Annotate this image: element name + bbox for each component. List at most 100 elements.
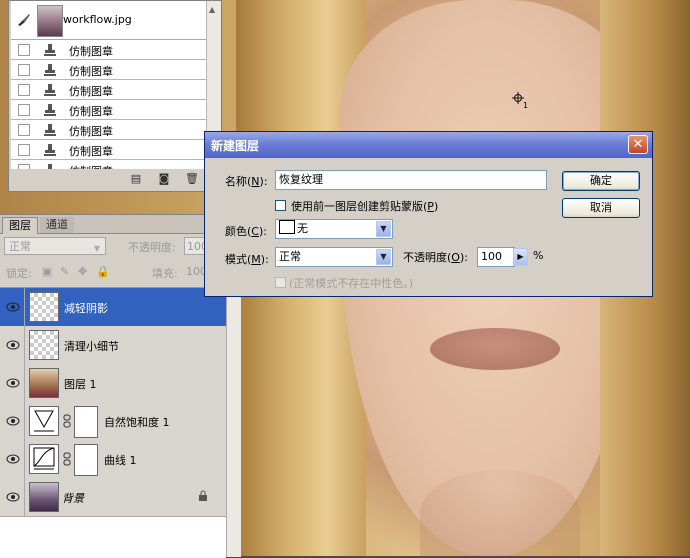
ok-button[interactable]: 确定 [562,171,640,191]
name-input[interactable]: 恢复纹理 [275,170,547,190]
layer-thumbnail [29,482,59,512]
mode-select[interactable]: 正常 ▼ [275,247,393,267]
trash-icon[interactable]: 🗑 [185,173,199,185]
close-button[interactable]: ✕ [628,135,648,154]
lock-row: 锁定: ▣ ✎ ✥ 🔒 填充: 100% [4,263,236,281]
layer-name: 背景 [62,492,84,505]
history-state[interactable]: 仿制图章 [11,140,207,160]
layer-row-cleanup[interactable]: 清理小细节 [0,326,226,365]
divider [24,326,25,364]
chin [420,470,580,556]
history-state-label: 仿制图章 [69,145,113,158]
scroll-up-icon[interactable]: ▲ [209,5,215,14]
eye-icon[interactable] [6,301,20,313]
dialog-opacity-label: 不透明度(O): [403,251,468,264]
eye-icon[interactable] [6,453,20,465]
history-checkbox[interactable] [18,144,30,156]
percent-sign: % [533,249,544,262]
dialog-titlebar[interactable]: 新建图层 ✕ [205,132,652,158]
divider [24,478,25,516]
history-state-label: 仿制图章 [69,125,113,138]
history-state[interactable]: 仿制图章 [11,40,207,60]
history-checkbox[interactable] [18,104,30,116]
layer-thumbnail [29,292,59,322]
layer-mask-thumbnail[interactable] [74,406,98,438]
lock-transparent-icon[interactable]: ▣ [42,265,52,278]
fill-label: 填充: [152,267,178,280]
divider [24,364,25,402]
layer-name: 清理小细节 [64,340,119,353]
history-state[interactable]: 仿制图章 [11,100,207,120]
cancel-button[interactable]: 取消 [562,198,640,218]
chevron-down-icon: ▼ [93,244,101,253]
history-state[interactable]: 仿制图章 [11,160,207,169]
chain-link-icon [63,452,71,466]
history-checkbox[interactable] [18,64,30,76]
new-layer-dialog: 新建图层 ✕ 名称(N): 恢复纹理 使用前一图层创建剪贴蒙版(P) 颜色(C)… [204,131,653,297]
history-state[interactable]: 仿制图章 [11,60,207,80]
layer-row-reduce-shadow[interactable]: 减轻阴影 [0,288,226,327]
lips [430,328,560,370]
layer-list: 减轻阴影 清理小细节 图层 1 自然饱和度 1 曲线 1 背景 [0,287,226,558]
history-snapshot[interactable]: workflow.jpg [11,1,207,40]
neutral-color-checkbox[interactable] [275,277,286,288]
eye-icon[interactable] [6,377,20,389]
new-document-from-state-icon[interactable]: ▤ [129,173,143,185]
layer-row-background[interactable]: 背景 [0,478,226,517]
cursor-label: 1 [523,101,529,110]
history-panel: workflow.jpg 仿制图章仿制图章仿制图章仿制图章仿制图章仿制图章仿制图… [8,0,222,192]
layer-thumbnail [29,330,59,360]
dialog-opacity-input[interactable]: 100 [477,247,515,267]
mode-value: 正常 [279,250,301,263]
history-checkbox[interactable] [18,124,30,136]
history-state[interactable]: 仿制图章 [11,120,207,140]
chevron-down-icon: ▼ [376,249,391,265]
layer-row-vibrance[interactable]: 自然饱和度 1 [0,402,226,441]
layer-mask-thumbnail[interactable] [74,444,98,476]
name-label: 名称(N): [225,175,268,188]
eye-icon[interactable] [6,491,20,503]
mode-label: 模式(M): [225,253,269,266]
tab-layers[interactable]: 图层 [2,217,38,234]
history-checkbox[interactable] [18,84,30,96]
clone-stamp-icon [44,144,56,156]
eye-icon[interactable] [6,415,20,427]
history-list: workflow.jpg 仿制图章仿制图章仿制图章仿制图章仿制图章仿制图章仿制图… [11,1,207,169]
color-select[interactable]: 无 ▼ [275,219,393,239]
layer-name: 图层 1 [64,378,97,391]
lock-pixels-icon[interactable]: ✎ [60,265,69,278]
layer-name: 减轻阴影 [64,302,108,315]
layer-row-curves[interactable]: 曲线 1 [0,440,226,479]
color-label: 颜色(C): [225,225,267,238]
history-state-label: 仿制图章 [69,105,113,118]
divider [24,288,25,326]
opacity-slider-arrow-icon[interactable]: ▶ [513,248,528,266]
history-checkbox[interactable] [18,44,30,56]
new-snapshot-icon[interactable]: ◙ [157,173,171,185]
blend-mode-value: 正常 [9,240,31,253]
lock-all-icon[interactable]: 🔒 [96,265,110,278]
chevron-down-icon: ▼ [376,221,391,237]
divider [24,402,25,440]
layer-thumbnail [29,368,59,398]
layer-row-layer1[interactable]: 图层 1 [0,364,226,403]
history-state-label: 仿制图章 [69,45,113,58]
layers-scrollbar[interactable] [226,287,241,557]
history-brush-icon[interactable] [17,13,31,27]
lock-icon [199,490,207,501]
color-swatch [279,220,295,234]
history-state[interactable]: 仿制图章 [11,80,207,100]
chain-link-icon [63,414,71,428]
clone-stamp-icon [44,84,56,96]
history-state-label: 仿制图章 [69,65,113,78]
eye-icon[interactable] [6,339,20,351]
clone-stamp-icon [44,44,56,56]
snapshot-name: workflow.jpg [63,13,132,26]
history-footer: ▤ ◙ 🗑 [9,169,221,191]
use-previous-layer-checkbox[interactable] [275,200,286,211]
lock-label: 锁定: [6,267,32,280]
color-value: 无 [297,222,308,235]
tab-channels[interactable]: 通道 [40,217,74,233]
lock-position-icon[interactable]: ✥ [78,265,87,278]
blend-mode-select[interactable]: 正常 ▼ [4,237,106,255]
